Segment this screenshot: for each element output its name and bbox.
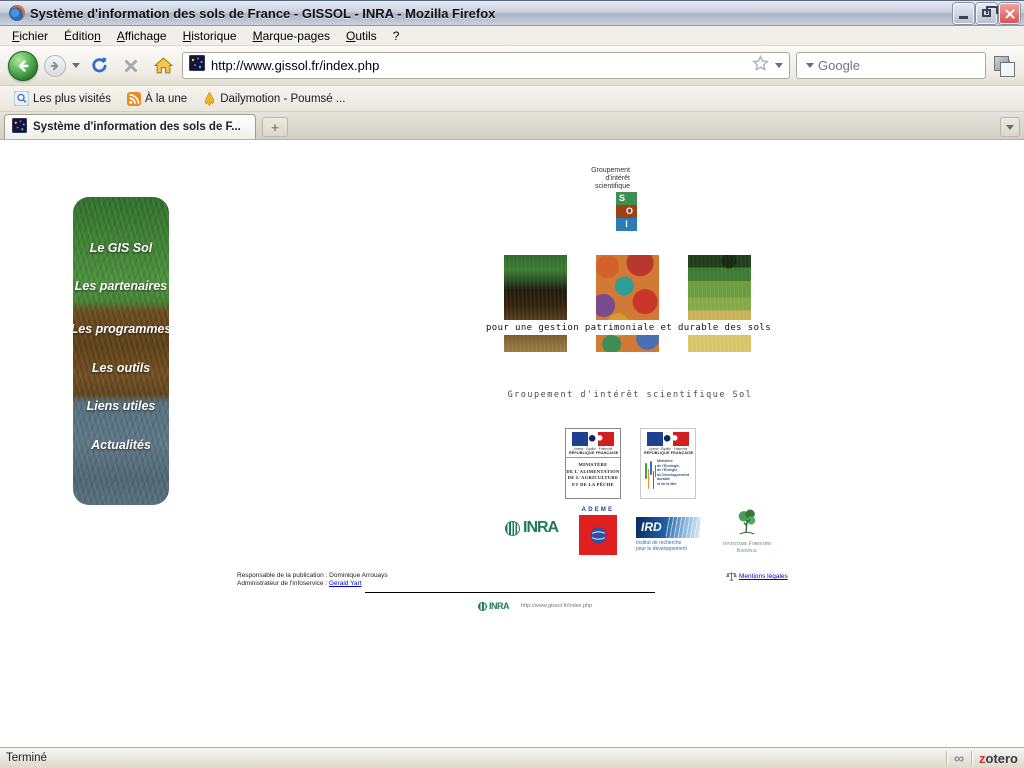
close-button[interactable]: [999, 3, 1020, 24]
url-dropdown[interactable]: [775, 63, 783, 68]
ministry-ecology-name: Ministère de l'Écologie, de l'Énergie, d…: [657, 459, 689, 495]
sidebar-item-gis-sol[interactable]: Le GIS Sol: [73, 241, 169, 255]
overlapping-windows-icon[interactable]: [992, 54, 1016, 78]
navigation-toolbar: [0, 46, 1024, 86]
menu-historique[interactable]: Historique: [175, 27, 245, 45]
back-arrow-icon: [15, 58, 31, 74]
legal-block: Mentions légales: [726, 571, 788, 582]
restore-icon: [982, 9, 991, 17]
restore-button[interactable]: [976, 3, 997, 24]
statusbar-separator: [971, 751, 972, 765]
french-flag-icon: [647, 432, 689, 446]
menu-marque-pages[interactable]: Marque-pages: [245, 27, 338, 45]
minimize-icon: [959, 16, 968, 19]
menu-affichage[interactable]: Affichage: [109, 27, 175, 45]
tab-title: Système d'information des sols de F...: [33, 121, 241, 133]
soil-profile-photo: [504, 255, 567, 352]
stop-icon: [123, 58, 139, 74]
inra-mini-logo[interactable]: INRA: [478, 601, 509, 611]
flame-icon: [203, 92, 216, 106]
gis-logo-caption: Groupement d'intérêt scientifique: [548, 167, 630, 191]
bookmark-dailymotion[interactable]: Dailymotion - Poumsé ...: [197, 90, 351, 108]
tab-gissol[interactable]: Système d'information des sols de F...: [4, 114, 256, 139]
soil-map-photo: [596, 255, 659, 352]
footer-url: http://www.gissol.fr/index.php: [521, 603, 592, 609]
menu-fichier[interactable]: Fichier: [4, 27, 56, 45]
landscape-photo: [688, 255, 751, 352]
tab-strip: Système d'information des sols de F... +: [0, 112, 1024, 140]
close-icon: [1004, 8, 1015, 19]
tree-icon: [735, 508, 759, 535]
ifn-logo[interactable]: Inventaire Forestier National: [718, 508, 776, 554]
home-button[interactable]: [150, 53, 176, 79]
window-title: Système d'information des sols de France…: [30, 6, 953, 21]
inra-logo[interactable]: INRA: [505, 519, 558, 537]
zotero-button[interactable]: zotero: [979, 751, 1018, 766]
url-input[interactable]: [211, 58, 746, 73]
footer-bottom: INRA http://www.gissol.fr/index.php: [478, 601, 592, 611]
bookmark-star-icon[interactable]: [752, 55, 769, 77]
home-icon: [154, 57, 173, 74]
menu-aide[interactable]: ?: [385, 27, 408, 45]
gis-title: Groupement d'intérêt scientifique Sol: [455, 390, 805, 400]
search-engine-dropdown[interactable]: [806, 63, 814, 68]
color-strokes-icon: [644, 459, 655, 495]
status-bar: Terminé ∞ zotero: [0, 747, 1024, 768]
ademe-square-icon: [579, 515, 617, 555]
statusbar-separator: [946, 751, 947, 765]
back-history-dropdown[interactable]: [72, 63, 80, 68]
french-flag-icon: [572, 432, 614, 446]
ird-logo[interactable]: IRD Institut de recherche pour le dévelo…: [636, 517, 702, 552]
browser-window: Système d'information des sols de France…: [0, 0, 1024, 768]
mentions-legales-link[interactable]: Mentions légales: [739, 573, 788, 580]
chevron-down-icon: [1006, 125, 1014, 130]
bookmarks-toolbar: Les plus visités À la une Dailymotion - …: [0, 86, 1024, 112]
menu-outils[interactable]: Outils: [338, 27, 385, 45]
scales-icon: [726, 571, 737, 582]
sidebar-item-outils[interactable]: Les outils: [73, 361, 169, 375]
reload-button[interactable]: [86, 53, 112, 79]
page-content: Le GIS Sol Les partenaires Les programme…: [0, 140, 1024, 747]
menu-edition[interactable]: Édition: [56, 27, 109, 45]
footer-divider: [365, 592, 655, 593]
sol-logo: S O l: [616, 192, 637, 231]
most-visited-icon: [14, 91, 29, 106]
location-bar[interactable]: [182, 52, 790, 79]
ademe-logo[interactable]: ADEME: [578, 507, 618, 555]
ministry-agriculture-name: MINISTÈRE DE L'ALIMENTATION DE L'AGRICUL…: [566, 458, 620, 488]
sidebar-item-programmes[interactable]: Les programmes: [73, 322, 169, 336]
ministry-agriculture-logo[interactable]: Liberté · Égalité · Fraternité RÉPUBLIQU…: [565, 428, 621, 499]
sidebar-item-actualites[interactable]: Actualités: [73, 438, 169, 452]
soil-profile-sidebar: Le GIS Sol Les partenaires Les programme…: [73, 197, 169, 505]
title-bar: Système d'information des sols de France…: [0, 0, 1024, 26]
site-favicon: [189, 55, 205, 76]
forward-arrow-icon: [49, 60, 61, 72]
bookmark-a-la-une[interactable]: À la une: [121, 90, 193, 108]
search-input[interactable]: [818, 58, 994, 73]
new-tab-button[interactable]: +: [262, 117, 288, 137]
back-button[interactable]: [8, 51, 38, 81]
admin-link[interactable]: Gérald Yart: [329, 580, 362, 587]
tab-favicon: [12, 118, 27, 136]
bookmark-most-visited[interactable]: Les plus visités: [8, 89, 117, 108]
forward-button[interactable]: [44, 55, 66, 77]
rss-icon: [127, 92, 141, 106]
reload-icon: [90, 56, 109, 75]
firefox-icon: [8, 4, 26, 22]
ministry-ecology-logo[interactable]: Liberté · Égalité · Fraternité RÉPUBLIQU…: [640, 428, 696, 499]
zotero-infinity-icon[interactable]: ∞: [954, 750, 964, 766]
tagline: pour une gestion patrimoniale et durable…: [486, 320, 771, 335]
sidebar-item-liens[interactable]: Liens utiles: [73, 399, 169, 413]
list-all-tabs-button[interactable]: [1000, 117, 1020, 137]
inra-globe-icon: [505, 521, 520, 536]
sidebar-item-partenaires[interactable]: Les partenaires: [73, 279, 169, 293]
footer-credits: Responsable de la publication : Dominiqu…: [237, 572, 388, 587]
stop-button[interactable]: [118, 53, 144, 79]
status-text: Terminé: [6, 752, 47, 764]
menu-bar: Fichier Édition Affichage Historique Mar…: [0, 26, 1024, 46]
search-bar[interactable]: [796, 52, 986, 79]
inra-globe-icon: [478, 602, 487, 611]
minimize-button[interactable]: [953, 3, 974, 24]
